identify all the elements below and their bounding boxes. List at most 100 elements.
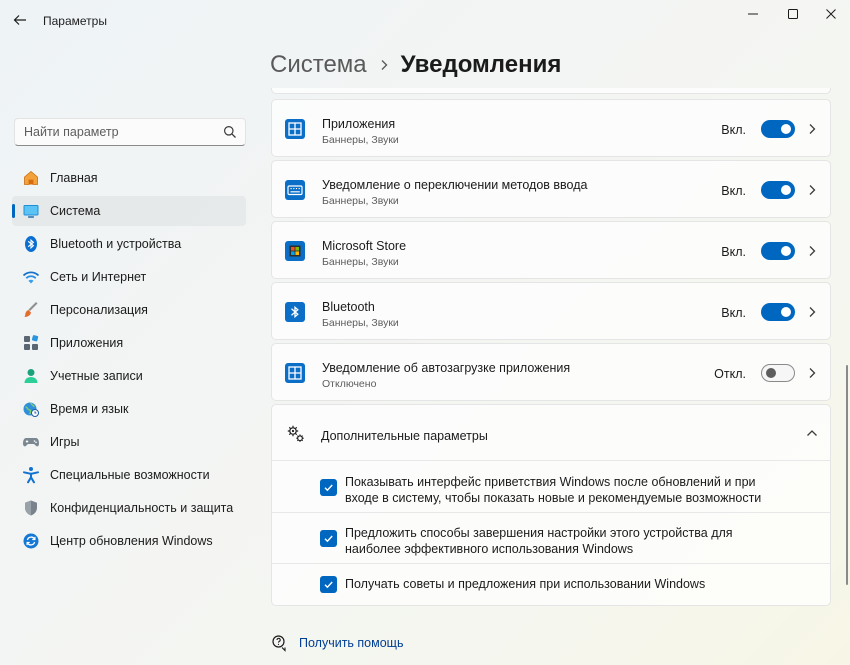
toggle-state-label: Вкл. [721,123,746,137]
option-label: Получать советы и предложения при исполь… [345,577,706,591]
checkmark-icon [324,484,333,492]
maximize-button[interactable] [780,4,806,24]
bluetooth-icon [285,302,305,322]
title-bar: Параметры [0,0,850,40]
gears-icon [287,425,304,442]
toggle-state-label: Вкл. [721,245,746,259]
sidebar-item-apps[interactable]: Приложения [12,328,246,358]
notification-app-row[interactable]: Уведомление об автозагрузке приложения О… [271,343,831,401]
checkmark-icon [324,581,333,589]
checkmark-icon [324,535,333,543]
sidebar-item-label: Учетные записи [50,369,143,383]
shield-icon [22,499,40,517]
advanced-settings-header[interactable]: Дополнительные параметры [272,405,830,461]
close-icon [826,9,836,19]
chevron-right-icon[interactable] [806,305,818,319]
breadcrumb-system-link[interactable]: Система [270,51,367,79]
scrollbar[interactable] [846,365,848,585]
sidebar-item-label: Главная [50,171,98,185]
app-name: Приложения [322,117,396,131]
toggle-state-label: Вкл. [721,306,746,320]
sidebar-item-label: Сеть и Интернет [50,270,147,284]
sidebar-item-label: Время и язык [50,402,129,416]
toggle-state-label: Вкл. [721,184,746,198]
chevron-right-icon [367,59,401,71]
sidebar-item-accounts[interactable]: Учетные записи [12,361,246,391]
accessibility-icon [22,466,40,484]
maximize-icon [788,9,798,19]
sidebar-item-accessibility[interactable]: Специальные возможности [12,460,246,490]
sidebar-item-network[interactable]: Сеть и Интернет [12,262,246,292]
sidebar-item-windows-update[interactable]: Центр обновления Windows [12,526,246,556]
advanced-option[interactable]: Показывать интерфейс приветствия Windows… [272,462,830,513]
home-icon [22,169,40,187]
notification-toggle[interactable] [761,181,795,199]
search-input[interactable] [15,125,215,139]
store-icon [285,241,305,261]
option-label: Показывать интерфейс приветствия Windows… [345,475,762,505]
sidebar-item-privacy[interactable]: Конфиденциальность и защита [12,493,246,523]
brush-icon [22,301,40,319]
system-display-icon [22,202,40,220]
sidebar-item-home[interactable]: Главная [12,163,246,193]
breadcrumb: Система Уведомления [270,48,561,82]
sidebar-item-label: Персонализация [50,303,148,317]
minimize-button[interactable] [740,4,766,24]
chevron-right-icon[interactable] [806,122,818,136]
chevron-right-icon[interactable] [806,366,818,380]
sidebar-item-label: Конфиденциальность и защита [50,501,234,515]
app-name: Уведомление о переключении методов ввода [322,178,588,192]
chevron-right-icon[interactable] [806,244,818,258]
apps-icon [22,334,40,352]
advanced-settings-title: Дополнительные параметры [321,429,488,443]
app-name: Уведомление об автозагрузке приложения [322,361,571,375]
keyboard-icon [285,180,305,200]
notification-app-row[interactable]: Уведомление о переключении методов ввода… [271,160,831,218]
option-label: Предложить способы завершения настройки … [345,526,733,556]
arrow-left-icon [13,15,26,25]
page-title: Уведомления [400,51,562,78]
sidebar-item-time-language[interactable]: Время и язык [12,394,246,424]
notification-toggle[interactable] [761,303,795,321]
search-icon[interactable] [223,125,237,139]
app-notification-summary: Баннеры, Звуки [322,134,399,146]
advanced-option[interactable]: Получать советы и предложения при исполь… [272,564,830,605]
app-title: Параметры [43,14,107,28]
sidebar-item-bluetooth[interactable]: Bluetooth и устройства [12,229,246,259]
help-chat-icon [272,635,286,652]
advanced-option[interactable]: Предложить способы завершения настройки … [272,513,830,564]
sidebar-item-personalization[interactable]: Персонализация [12,295,246,325]
app-notification-summary: Баннеры, Звуки [322,195,399,207]
get-help-link[interactable]: Получить помощь [299,636,403,650]
checkbox[interactable] [320,530,337,547]
app-notification-summary: Баннеры, Звуки [322,256,399,268]
close-button[interactable] [818,4,844,24]
sidebar-item-label: Система [50,204,101,218]
apps-window-icon [285,119,305,139]
notification-toggle[interactable] [761,242,795,260]
sidebar-item-label: Специальные возможности [50,468,210,482]
notification-app-row[interactable]: Приложения Баннеры, Звуки Вкл. [271,99,831,157]
sidebar-item-label: Приложения [50,336,124,350]
notification-toggle[interactable] [761,120,795,138]
sidebar-item-label: Игры [50,435,80,449]
checkbox[interactable] [320,479,337,496]
notification-app-row[interactable]: Microsoft Store Баннеры, Звуки Вкл. [271,221,831,279]
app-notification-summary: Баннеры, Звуки [322,317,399,329]
app-notification-summary: Отключено [322,378,377,390]
globe-clock-icon [22,400,40,418]
notification-card-partial [271,88,831,94]
sidebar-item-system[interactable]: Система [12,196,246,226]
notification-app-row[interactable]: Bluetooth Баннеры, Звуки Вкл. [271,282,831,340]
notification-toggle[interactable] [761,364,795,382]
sidebar-item-gaming[interactable]: Игры [12,427,246,457]
checkbox[interactable] [320,576,337,593]
get-help[interactable]: Получить помощь [271,633,403,653]
apps-window-icon [285,363,305,383]
sidebar-item-label: Центр обновления Windows [50,534,213,548]
account-icon [22,367,40,385]
chevron-up-icon[interactable] [805,427,819,439]
chevron-right-icon[interactable] [806,183,818,197]
search-box[interactable] [14,118,246,146]
back-button[interactable] [10,10,30,30]
